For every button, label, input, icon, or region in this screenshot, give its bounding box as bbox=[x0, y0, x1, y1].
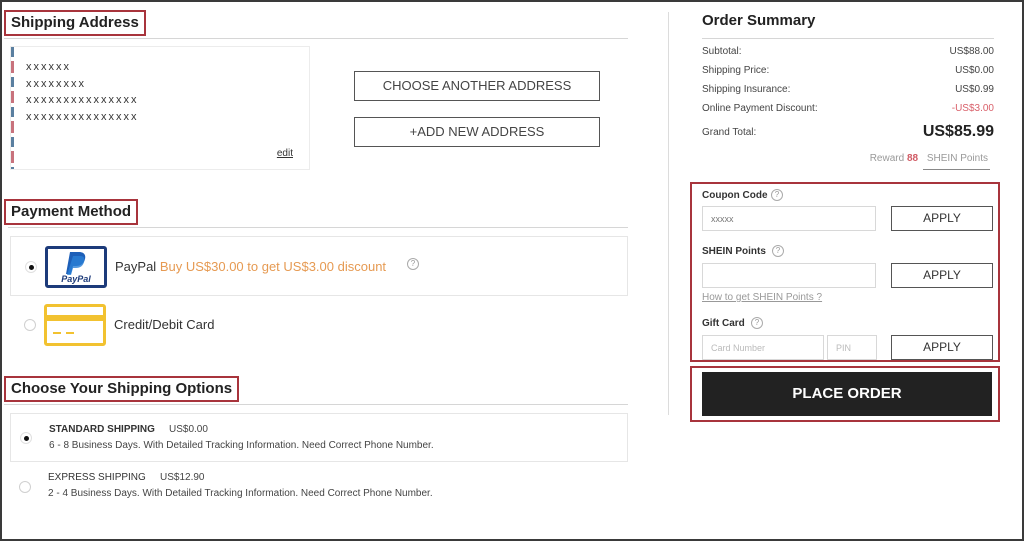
envelope-stripe bbox=[11, 47, 14, 169]
address-line: xxxxxx bbox=[26, 61, 71, 73]
shein-points-help-icon[interactable]: ? bbox=[772, 245, 784, 257]
paypal-promo-text: Buy US$30.00 to get US$3.00 discount bbox=[159, 259, 387, 274]
order-summary-title: Order Summary bbox=[702, 12, 816, 29]
coupon-code-label: Coupon Code bbox=[702, 190, 768, 201]
summary-row-grand-total: Grand Total: US$85.99 bbox=[702, 123, 994, 140]
shipping-option-standard[interactable]: STANDARD SHIPPING US$0.00 6 - 8 Business… bbox=[10, 413, 628, 462]
summary-row-subtotal: Subtotal: US$88.00 bbox=[702, 46, 994, 57]
payment-option-card[interactable]: Credit/Debit Card bbox=[10, 300, 628, 360]
shein-points-label: SHEIN Points bbox=[702, 246, 766, 257]
payment-method-title: Payment Method bbox=[4, 199, 139, 225]
summary-divider bbox=[702, 38, 994, 39]
edit-address-link[interactable]: edit bbox=[277, 148, 293, 159]
summary-row-shipping-price: Shipping Price: US$0.00 bbox=[702, 65, 994, 76]
express-shipping-radio[interactable] bbox=[19, 481, 31, 493]
address-line: xxxxxxxxxxxxxxx bbox=[26, 94, 139, 106]
shein-points-input[interactable] bbox=[702, 263, 876, 288]
gift-card-pin-input[interactable] bbox=[827, 335, 877, 360]
express-shipping-price: US$12.90 bbox=[160, 472, 205, 483]
standard-shipping-radio[interactable] bbox=[20, 432, 32, 444]
place-order-panel: PLACE ORDER bbox=[690, 366, 1000, 422]
paypal-icon: PayPal bbox=[45, 246, 107, 288]
card-stripe bbox=[47, 315, 103, 321]
reward-prefix: Reward bbox=[869, 153, 905, 164]
apply-shein-points-button[interactable]: APPLY bbox=[891, 263, 993, 288]
summary-label: Online Payment Discount: bbox=[702, 103, 818, 114]
apply-coupon-button[interactable]: APPLY bbox=[891, 206, 993, 231]
reward-points-value: 88 bbox=[906, 153, 919, 164]
help-icon[interactable]: ? bbox=[407, 258, 419, 270]
paypal-radio[interactable] bbox=[25, 261, 37, 273]
column-divider bbox=[668, 12, 669, 415]
gift-card-label: Gift Card bbox=[702, 318, 745, 329]
coupon-code-input[interactable] bbox=[702, 206, 876, 231]
grand-total-value: US$85.99 bbox=[922, 123, 994, 140]
standard-shipping-description: 6 - 8 Business Days. With Detailed Track… bbox=[49, 440, 434, 451]
shipping-address-title: Shipping Address bbox=[4, 10, 146, 36]
reward-points-info: Reward 88 SHEIN Points bbox=[870, 153, 990, 170]
section-divider bbox=[4, 38, 628, 39]
reward-points-suffix: SHEIN Points bbox=[922, 153, 990, 170]
gift-card-number-input[interactable] bbox=[702, 335, 824, 360]
paypal-option-label: PayPal Buy US$30.00 to get US$3.00 disco… bbox=[115, 259, 386, 274]
summary-row-shipping-insurance: Shipping Insurance: US$0.99 bbox=[702, 84, 994, 95]
summary-label: Shipping Price: bbox=[702, 65, 770, 76]
address-line: xxxxxxxxxxxxxxx bbox=[26, 110, 139, 123]
standard-shipping-price: US$0.00 bbox=[169, 424, 208, 435]
summary-value: US$0.00 bbox=[955, 65, 994, 76]
summary-value: US$0.99 bbox=[955, 84, 994, 95]
standard-shipping-name: STANDARD SHIPPING bbox=[49, 424, 155, 435]
coupon-code-label-text: Coupon Code bbox=[702, 190, 768, 201]
express-shipping-name: EXPRESS SHIPPING bbox=[48, 472, 146, 483]
summary-row-online-discount: Online Payment Discount: -US$3.00 bbox=[702, 103, 994, 114]
card-option-label: Credit/Debit Card bbox=[114, 317, 215, 332]
place-order-button[interactable]: PLACE ORDER bbox=[702, 372, 992, 416]
paypal-label: PayPal bbox=[115, 259, 157, 274]
section-divider bbox=[4, 404, 628, 405]
section-divider bbox=[8, 227, 628, 228]
gift-card-help-icon[interactable]: ? bbox=[751, 317, 763, 329]
grand-total-label: Grand Total: bbox=[702, 127, 757, 138]
shipping-option-express[interactable]: EXPRESS SHIPPING US$12.90 2 - 4 Business… bbox=[10, 462, 628, 511]
card-dash bbox=[53, 332, 61, 334]
express-shipping-description: 2 - 4 Business Days. With Detailed Track… bbox=[48, 488, 433, 499]
card-dash bbox=[66, 332, 74, 334]
address-line: xxxxxxxx bbox=[26, 77, 86, 90]
add-new-address-button[interactable]: +ADD NEW ADDRESS bbox=[354, 117, 600, 147]
card-radio[interactable] bbox=[24, 319, 36, 331]
summary-discount-value: -US$3.00 bbox=[951, 103, 994, 114]
address-lines: xxxxxx xxxxxxxx xxxxxxxxxxxxxxx xxxxxxxx… bbox=[26, 59, 139, 125]
shipping-options-title: Choose Your Shipping Options bbox=[4, 376, 240, 402]
credit-card-icon bbox=[44, 304, 106, 346]
address-card[interactable]: xxxxxx xxxxxxxx xxxxxxxxxxxxxxx xxxxxxxx… bbox=[10, 46, 310, 170]
coupon-help-icon[interactable]: ? bbox=[771, 189, 783, 201]
payment-option-paypal[interactable]: PayPal PayPal Buy US$30.00 to get US$3.0… bbox=[10, 236, 628, 296]
apply-gift-card-button[interactable]: APPLY bbox=[891, 335, 993, 360]
promotions-panel: Coupon Code ? APPLY SHEIN Points ? APPLY… bbox=[690, 182, 1000, 362]
summary-label: Shipping Insurance: bbox=[702, 84, 791, 95]
summary-label: Subtotal: bbox=[702, 46, 742, 57]
choose-another-address-button[interactable]: CHOOSE ANOTHER ADDRESS bbox=[354, 71, 600, 101]
how-to-get-points-link[interactable]: How to get SHEIN Points ? bbox=[702, 292, 822, 303]
summary-value: US$88.00 bbox=[949, 46, 994, 57]
paypal-icon-text: PayPal bbox=[61, 274, 91, 284]
